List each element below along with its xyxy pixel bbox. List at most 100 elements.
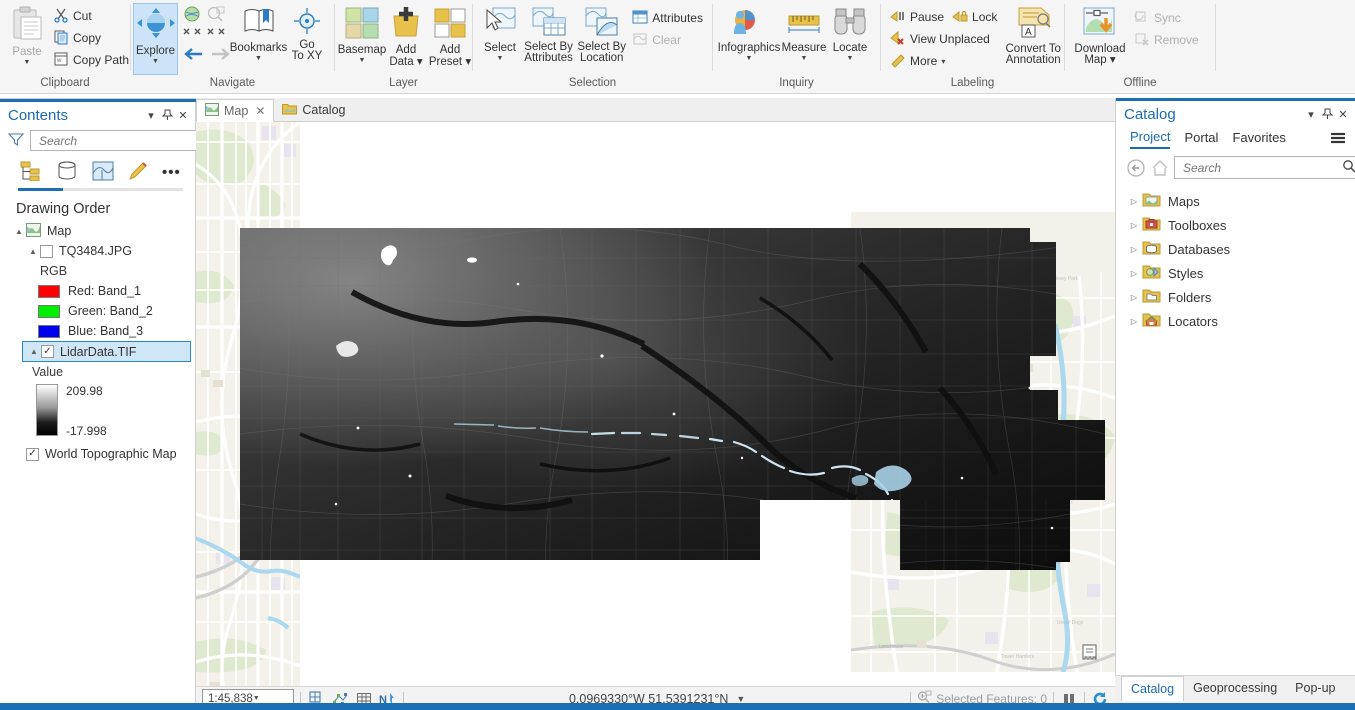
tree-item-tq3484[interactable]: ▲ TQ3484.JPG (8, 241, 195, 261)
bookmarks-button[interactable]: Bookmarks ▼ (230, 3, 287, 62)
basemap-button[interactable]: Basemap ▼ (338, 3, 386, 64)
copy-path-icon: w (53, 51, 69, 70)
catalog-tab-portal[interactable]: Portal (1184, 130, 1218, 148)
tab-catalog-view[interactable]: Catalog (274, 98, 353, 121)
add-preset-button[interactable]: Add Preset ▾ (428, 3, 472, 68)
tree-item-lidardata[interactable]: ▲ ✓ LidarData.TIF (22, 341, 191, 362)
docked-tab-catalog[interactable]: Catalog (1121, 676, 1185, 701)
full-extent-icon[interactable] (182, 5, 202, 26)
pause-labeling-button[interactable]: Pause (886, 6, 948, 28)
download-map-button[interactable]: Download Map ▾ (1070, 3, 1130, 66)
paste-caret-icon[interactable]: ▼ (24, 59, 31, 66)
expander-icon[interactable]: ▷ (1126, 293, 1142, 302)
select-by-location-button[interactable]: Select By Location (575, 3, 628, 64)
map-canvas[interactable]: LeytonStratford Hackney ParkVictoria Par… (196, 122, 1115, 686)
attribution-icon[interactable] (1080, 642, 1102, 665)
chevron-down-icon[interactable]: ▼ (253, 695, 290, 702)
copy-path-button[interactable]: w Copy Path (49, 49, 133, 71)
infographics-button[interactable]: Infographics ▼ (718, 3, 780, 62)
band-label-blue: Blue: Band_3 (68, 324, 144, 338)
tab-map[interactable]: Map ✕ (196, 99, 275, 122)
select-caret-icon[interactable]: ▼ (497, 55, 504, 62)
catalog-close-button[interactable]: ✕ (1335, 106, 1351, 122)
tree-item-world-topographic-map[interactable]: ✓ World Topographic Map (8, 444, 195, 464)
back-arrow-icon[interactable] (1126, 157, 1146, 179)
view-unplaced-button[interactable]: View Unplaced (886, 28, 1001, 50)
select-by-attributes-button[interactable]: Select By Attributes (522, 3, 575, 64)
catalog-search-box[interactable]: ▼ (1174, 156, 1355, 179)
catalog-pin-button[interactable] (1319, 106, 1335, 122)
sync-button[interactable]: Sync (1130, 7, 1203, 29)
expander-icon[interactable]: ▷ (1126, 245, 1142, 254)
layer-checkbox-world-topographic-map[interactable]: ✓ (26, 447, 39, 461)
expander-icon[interactable]: ▷ (1126, 269, 1142, 278)
close-icon[interactable]: ✕ (255, 104, 265, 118)
catalog-item-toolboxes[interactable]: ▷ Toolboxes (1126, 213, 1355, 237)
expander-icon[interactable]: ▷ (1126, 317, 1142, 326)
copy-button[interactable]: Copy (49, 27, 133, 49)
filter-icon[interactable] (7, 132, 25, 150)
locate-button[interactable]: Locate ▼ (828, 3, 872, 62)
docked-tab-popup[interactable]: Pop-up (1286, 676, 1344, 700)
infographics-caret-icon[interactable]: ▼ (746, 55, 753, 62)
go-to-xy-button[interactable]: Go To XY (285, 3, 329, 62)
tree-label-lidardata: LidarData.TIF (60, 344, 137, 359)
clear-selection-button[interactable]: Clear (628, 29, 707, 51)
catalog-menu-button[interactable]: ▾ (1303, 106, 1319, 122)
catalog-search-input[interactable] (1181, 159, 1342, 176)
attributes-button[interactable]: Attributes (628, 7, 707, 29)
select-by-attributes-label: Select By Attributes (524, 41, 573, 64)
lock-labeling-button[interactable]: Lock (948, 6, 1001, 28)
paste-button[interactable]: Paste ▼ (5, 3, 49, 66)
expander-icon[interactable]: ▲ (26, 247, 40, 256)
more-labeling-button[interactable]: More ▾ (886, 50, 1001, 72)
measure-caret-icon[interactable]: ▼ (801, 55, 808, 62)
add-data-button[interactable]: Add Data ▾ (384, 3, 428, 68)
chevron-down-icon[interactable]: ▼ (736, 694, 745, 704)
contents-close-button[interactable]: ✕ (175, 107, 191, 123)
group-label-clipboard: Clipboard (40, 77, 90, 89)
expander-icon[interactable]: ▲ (12, 227, 26, 236)
layer-checkbox-tq3484[interactable] (40, 244, 53, 258)
more-tabs-icon[interactable]: ••• (162, 164, 181, 181)
contents-pin-button[interactable] (159, 107, 175, 123)
map-icon (26, 222, 41, 240)
basemap-caret-icon[interactable]: ▼ (359, 57, 366, 64)
home-icon[interactable] (1150, 157, 1170, 179)
fixed-zoom-out-icon[interactable] (206, 27, 226, 44)
list-by-selection-icon[interactable] (92, 161, 114, 184)
sync-icon (1134, 9, 1150, 28)
explore-button[interactable]: Explore ▼ (133, 3, 178, 75)
remove-offline-button[interactable]: Remove (1130, 29, 1203, 51)
expander-icon[interactable]: ▷ (1126, 197, 1142, 206)
catalog-item-locators[interactable]: ▷ Locators (1126, 309, 1355, 333)
catalog-item-folders[interactable]: ▷ Folders (1126, 285, 1355, 309)
fixed-zoom-in-icon[interactable] (182, 27, 202, 44)
tree-item-map[interactable]: ▲ Map (8, 221, 195, 241)
expander-icon[interactable]: ▷ (1126, 221, 1142, 230)
list-by-editing-icon[interactable] (128, 161, 148, 184)
hamburger-menu-icon[interactable] (1329, 131, 1347, 148)
catalog-item-databases[interactable]: ▷ Databases (1126, 237, 1355, 261)
catalog-label-maps: Maps (1168, 193, 1200, 209)
catalog-tab-favorites[interactable]: Favorites (1232, 130, 1285, 148)
contents-search-input[interactable] (37, 132, 198, 149)
search-icon[interactable] (1342, 159, 1355, 176)
select-button[interactable]: Select ▼ (478, 3, 522, 62)
list-by-data-source-icon[interactable] (56, 161, 78, 184)
bookmarks-caret-icon[interactable]: ▼ (255, 55, 262, 62)
layer-checkbox-lidardata[interactable]: ✓ (41, 345, 54, 358)
locate-caret-icon[interactable]: ▼ (847, 55, 854, 62)
explore-caret-icon[interactable]: ▼ (152, 58, 159, 65)
measure-button[interactable]: Measure ▼ (780, 3, 828, 62)
cut-button[interactable]: Cut (49, 5, 133, 27)
list-by-drawing-order-icon[interactable] (20, 161, 42, 184)
previous-extent-icon[interactable] (182, 46, 204, 65)
catalog-item-styles[interactable]: ▷ Styles (1126, 261, 1355, 285)
catalog-tab-project[interactable]: Project (1130, 129, 1171, 149)
convert-to-annotation-button[interactable]: A Convert To Annotation (1006, 3, 1061, 66)
expander-icon[interactable]: ▲ (27, 347, 41, 356)
catalog-item-maps[interactable]: ▷ Maps (1126, 189, 1355, 213)
docked-tab-geoprocessing[interactable]: Geoprocessing (1184, 676, 1286, 700)
contents-menu-button[interactable]: ▾ (143, 107, 159, 123)
